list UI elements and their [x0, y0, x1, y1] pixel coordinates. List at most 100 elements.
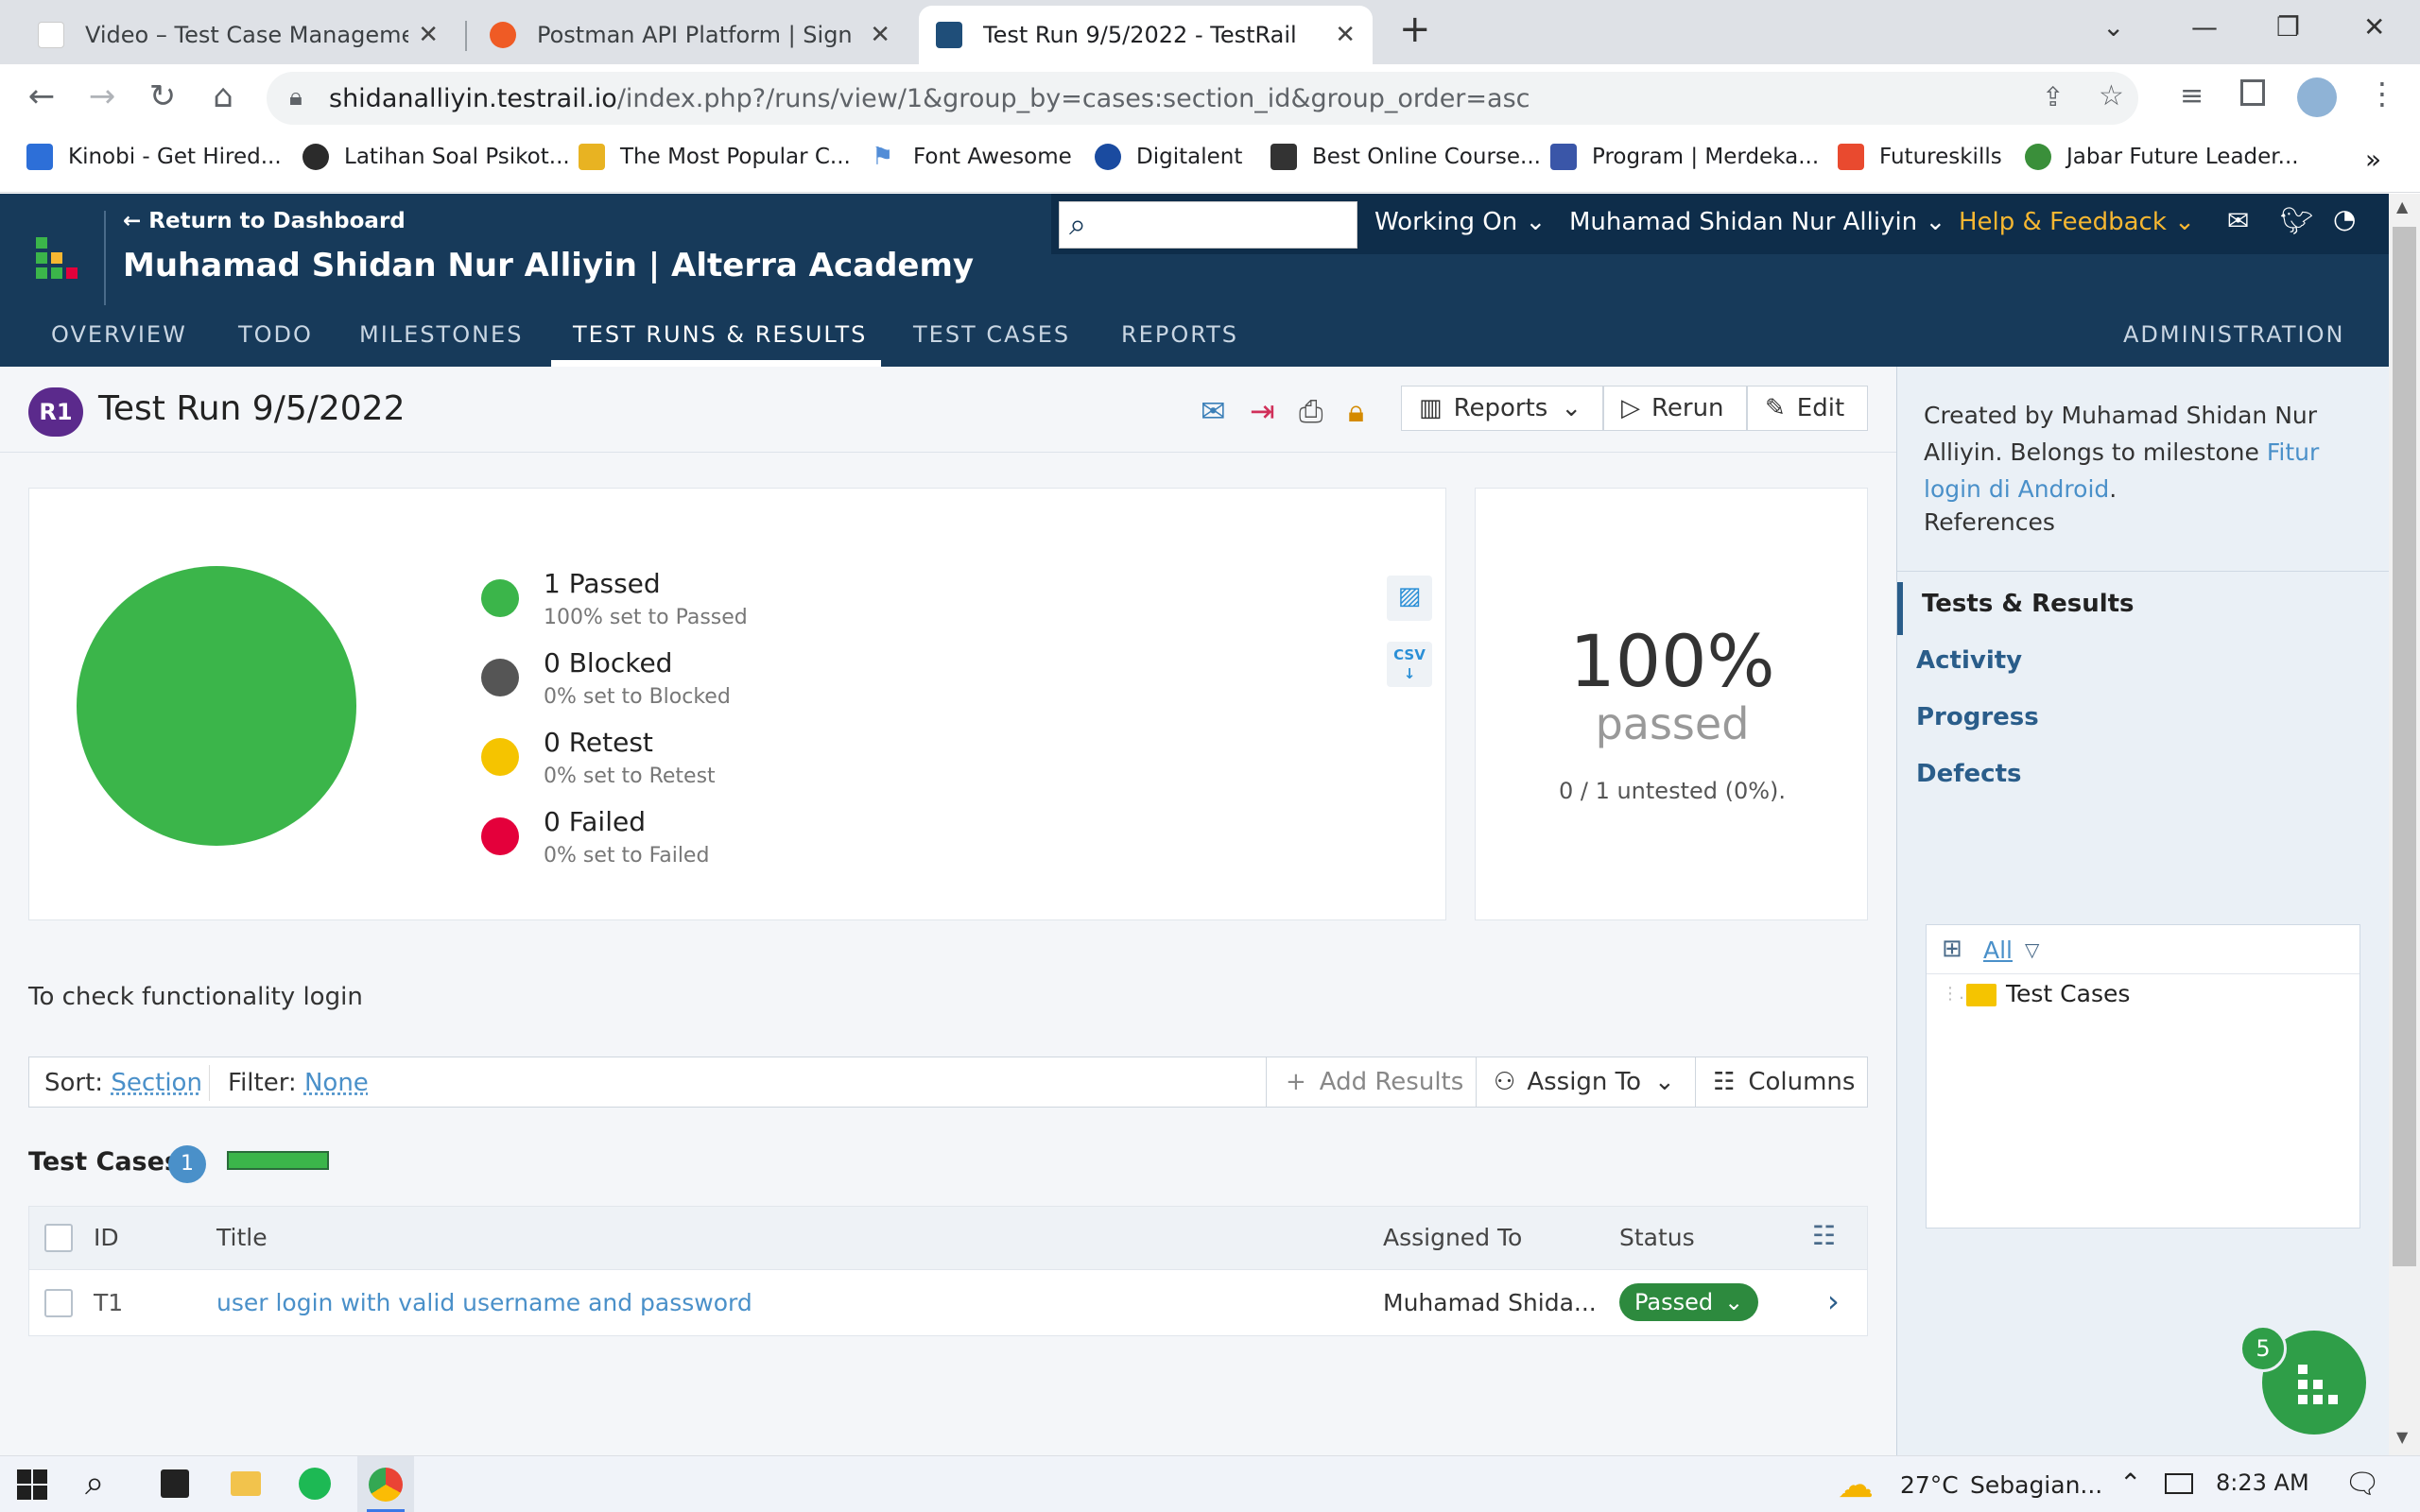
rss-icon[interactable]: ◔: [2333, 203, 2356, 234]
twitter-icon[interactable]: 🐦︎: [2280, 205, 2314, 236]
help-feedback-dropdown[interactable]: Help & Feedback ⌄: [1959, 208, 2195, 236]
bookmark-item[interactable]: Kinobi - Get Hired...: [26, 144, 282, 170]
search-input[interactable]: ⌕: [1059, 201, 1357, 249]
scrollbar-thumb[interactable]: [2393, 227, 2416, 1266]
filter-value-link[interactable]: None: [304, 1069, 369, 1097]
browser-tab-active[interactable]: Test Run 9/5/2022 - TestRail ✕: [919, 6, 1373, 64]
nav-reports[interactable]: REPORTS: [1121, 321, 1238, 348]
edit-button[interactable]: ✎ Edit: [1747, 386, 1868, 431]
nav-todo[interactable]: TODO: [238, 321, 313, 348]
nav-overview[interactable]: OVERVIEW: [51, 321, 187, 348]
restore-icon[interactable]: ❐: [2276, 11, 2300, 43]
user-menu-dropdown[interactable]: Muhamad Shidan Nur Alliyin ⌄: [1569, 208, 1945, 236]
export-image-icon[interactable]: ▨: [1387, 576, 1432, 621]
select-all-checkbox[interactable]: [44, 1224, 73, 1252]
nav-administration[interactable]: ADMINISTRATION: [2123, 321, 2344, 348]
browser-tab[interactable]: Postman API Platform | Sign Up f ✕: [473, 6, 908, 64]
minimize-icon[interactable]: —: [2191, 11, 2218, 43]
print-icon[interactable]: ⎙: [1299, 393, 1323, 430]
chrome-taskbar-item[interactable]: [357, 1456, 414, 1512]
forward-icon[interactable]: →: [81, 77, 123, 115]
bookmark-item[interactable]: Futureskills: [1838, 144, 2002, 170]
back-icon[interactable]: ←: [21, 77, 62, 115]
close-tab-icon[interactable]: ✕: [1335, 21, 1356, 49]
share-icon[interactable]: ⇪: [2042, 81, 2064, 112]
table-row[interactable]: T1 user login with valid username and pa…: [28, 1270, 1868, 1336]
battery-icon[interactable]: [2165, 1473, 2193, 1494]
sidebar-item-progress[interactable]: Progress: [1916, 703, 2039, 731]
sidebar-item-tests-results[interactable]: Tests & Results: [1922, 590, 2135, 618]
sort-control[interactable]: Sort: Section: [44, 1069, 202, 1097]
clock-time[interactable]: 8:23 AM: [2216, 1469, 2309, 1496]
columns-button[interactable]: ☷ Columns: [1695, 1057, 1867, 1107]
export-csv-icon[interactable]: CSV ↓: [1387, 642, 1432, 687]
bookmark-item[interactable]: Best Online Course...: [1270, 144, 1541, 170]
mail-icon[interactable]: ✉: [2227, 205, 2249, 236]
taskbar-app-icon[interactable]: [161, 1469, 189, 1498]
sidebar-item-defects[interactable]: Defects: [1916, 760, 2021, 788]
nav-test-runs-results[interactable]: TEST RUNS & RESULTS: [573, 321, 867, 348]
tree-filter-link[interactable]: All: [1983, 936, 2013, 964]
taskbar-search-icon[interactable]: ⌕: [85, 1464, 104, 1503]
column-settings-icon[interactable]: ☷: [1812, 1220, 1836, 1251]
caret-down-icon[interactable]: ▽: [2025, 938, 2039, 961]
sidebar-item-activity[interactable]: Activity: [1916, 646, 2022, 675]
bookmark-item[interactable]: The Most Popular C...: [579, 144, 851, 170]
home-icon[interactable]: ⌂: [202, 77, 244, 115]
weather-temperature[interactable]: 27°C: [1900, 1471, 1959, 1499]
bookmark-item[interactable]: ⚑ Font Awesome: [872, 144, 1072, 170]
spotify-icon[interactable]: [299, 1468, 331, 1500]
testrail-logo-icon[interactable]: [36, 237, 81, 283]
notifications-icon[interactable]: 🗨︎: [2344, 1468, 2380, 1501]
bookmark-item[interactable]: Latihan Soal Psikot...: [302, 144, 570, 170]
media-controls-icon[interactable]: ≡: [2180, 79, 2204, 112]
working-on-dropdown[interactable]: Working On ⌄: [1374, 208, 1546, 236]
add-results-button[interactable]: + Add Results: [1266, 1057, 1474, 1107]
email-check-icon[interactable]: ✉: [1201, 393, 1226, 429]
browser-tab[interactable]: Video – Test Case Management T ✕: [21, 6, 456, 64]
export-icon[interactable]: ⇥: [1250, 393, 1275, 429]
column-header-title[interactable]: Title: [216, 1224, 268, 1251]
scroll-down-icon[interactable]: ▼: [2396, 1428, 2408, 1446]
sort-value-link[interactable]: Section: [111, 1069, 202, 1097]
page-scrollbar[interactable]: ▲ ▼: [2389, 194, 2420, 1455]
column-header-id[interactable]: ID: [94, 1224, 119, 1251]
lock-run-icon[interactable]: 🔒︎: [1348, 393, 1364, 430]
chevron-up-icon[interactable]: ⌃: [2119, 1468, 2141, 1499]
return-to-dashboard-link[interactable]: ← Return to Dashboard: [123, 209, 406, 233]
bookmark-star-icon[interactable]: ☆: [2099, 79, 2124, 112]
bookmark-item[interactable]: Digitalent: [1095, 144, 1242, 170]
side-panel-icon[interactable]: [2240, 79, 2265, 106]
rerun-button[interactable]: ▷ Rerun: [1603, 386, 1747, 431]
row-title-link[interactable]: user login with valid username and passw…: [216, 1289, 752, 1316]
reports-dropdown-button[interactable]: ▥ Reports ⌄: [1401, 386, 1603, 431]
profile-avatar[interactable]: [2297, 77, 2337, 117]
browser-menu-icon[interactable]: ⋮: [2367, 76, 2397, 112]
project-title: Muhamad Shidan Nur Alliyin | Alterra Aca…: [123, 247, 975, 284]
weather-description[interactable]: Sebagian...: [1970, 1471, 2102, 1499]
chevron-right-icon[interactable]: ›: [1827, 1283, 1840, 1319]
assign-to-dropdown[interactable]: ⚇ Assign To ⌄: [1476, 1057, 1695, 1107]
bookmark-item[interactable]: Jabar Future Leader...: [2025, 144, 2299, 170]
close-tab-icon[interactable]: ✕: [418, 21, 439, 49]
file-explorer-icon[interactable]: [231, 1471, 261, 1496]
nav-milestones[interactable]: MILESTONES: [359, 321, 523, 348]
weather-icon[interactable]: ☁: [1838, 1464, 1874, 1505]
status-dropdown[interactable]: Passed ⌄: [1619, 1283, 1759, 1321]
address-bar[interactable]: 🔒︎ shidanalliyin.testrail.io/index.php?/…: [267, 72, 2138, 125]
filter-control[interactable]: Filter: None: [228, 1069, 369, 1097]
more-bookmarks-icon[interactable]: »: [2365, 144, 2381, 175]
scroll-up-icon[interactable]: ▲: [2396, 198, 2408, 215]
row-checkbox[interactable]: [44, 1289, 73, 1317]
tree-item-test-cases[interactable]: Test Cases: [2006, 980, 2130, 1007]
column-header-status[interactable]: Status: [1619, 1224, 1695, 1251]
tab-search-chevron-icon[interactable]: ⌄: [2102, 11, 2124, 43]
nav-test-cases[interactable]: TEST CASES: [913, 321, 1070, 348]
column-header-assigned-to[interactable]: Assigned To: [1383, 1224, 1522, 1251]
reload-icon[interactable]: ↻: [142, 77, 183, 115]
windows-start-icon[interactable]: [17, 1469, 47, 1500]
close-window-icon[interactable]: ✕: [2363, 11, 2385, 43]
new-tab-icon[interactable]: +: [1399, 8, 1431, 51]
bookmark-item[interactable]: Program | Merdeka...: [1550, 144, 1819, 170]
close-tab-icon[interactable]: ✕: [870, 21, 890, 49]
